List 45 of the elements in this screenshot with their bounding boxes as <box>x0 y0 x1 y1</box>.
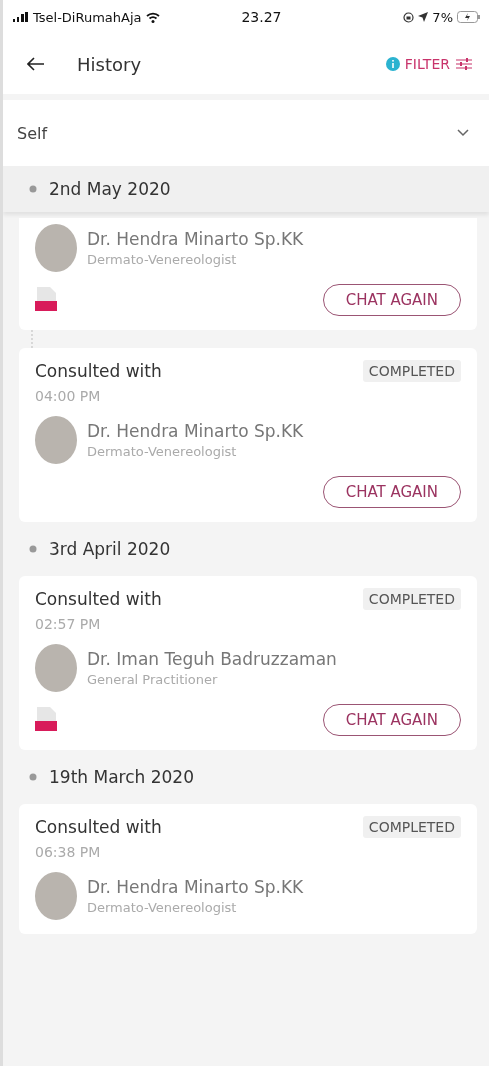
doctor-photo-placeholder <box>35 644 77 692</box>
back-arrow-icon <box>27 57 45 71</box>
timeline-dot-icon <box>29 773 37 781</box>
clock-time: 23.27 <box>241 9 282 25</box>
doctor-photo-placeholder <box>35 872 77 920</box>
carrier-name: Tsel-DiRumahAja <box>33 9 142 25</box>
filter-button[interactable]: FILTER <box>383 54 475 74</box>
back-button[interactable] <box>25 55 47 73</box>
date-heading: 19th March 2020 <box>49 767 194 787</box>
consult-time: 04:00 PM <box>35 388 102 404</box>
battery-icon <box>457 11 481 23</box>
doctor-name: Dr. Iman Teguh Badruzzaman <box>87 649 337 669</box>
date-heading: 3rd April 2020 <box>49 539 171 559</box>
chat-again-button[interactable]: CHAT AGAIN <box>322 284 461 316</box>
doctor-name: Dr. Hendra Minarto Sp.KK <box>87 421 304 441</box>
timeline-dot-icon <box>29 185 37 193</box>
status-badge: COMPLETED <box>362 588 461 610</box>
doctor-photo-placeholder <box>35 224 77 272</box>
profile-dropdown[interactable]: Self <box>3 100 489 166</box>
consulted-label: Consulted with <box>35 361 162 381</box>
battery-percent: 7% <box>432 9 453 25</box>
chat-again-button[interactable]: CHAT AGAIN <box>322 704 461 736</box>
consult-time: 06:38 PM <box>35 844 102 860</box>
consulted-label: Consulted with <box>35 589 162 609</box>
doctor-photo-placeholder <box>35 416 77 464</box>
signal-icon <box>13 12 29 22</box>
status-badge: COMPLETED <box>362 816 461 838</box>
status-badge: COMPLETED <box>362 360 461 382</box>
doctor-specialty: Dermato-Venereologist <box>87 252 238 267</box>
doctor-specialty: General Practitioner <box>87 672 219 687</box>
doctor-specialty: Dermato-Venereologist <box>87 444 238 459</box>
wifi-icon <box>145 11 160 23</box>
chevron-down-icon <box>457 129 469 137</box>
timeline-dot-icon <box>29 545 37 553</box>
consulted-label: Consulted with <box>35 817 162 837</box>
location-icon <box>418 12 429 22</box>
consult-time: 02:57 PM <box>35 616 102 632</box>
date-heading: 2nd May 2020 <box>49 179 171 199</box>
sliders-icon <box>455 57 473 71</box>
page-title: History <box>77 53 143 75</box>
doctor-name: Dr. Hendra Minarto Sp.KK <box>87 877 304 897</box>
doctor-specialty: Dermato-Venereologist <box>87 900 238 915</box>
chat-again-button[interactable]: CHAT AGAIN <box>322 476 461 508</box>
lock-rotation-icon <box>403 11 415 23</box>
doctor-name: Dr. Hendra Minarto Sp.KK <box>87 229 304 249</box>
